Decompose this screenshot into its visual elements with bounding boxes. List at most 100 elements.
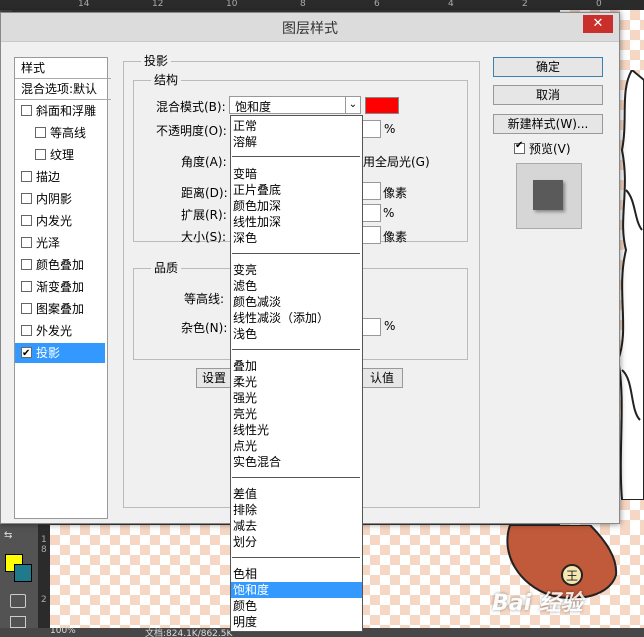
blend-option[interactable]: 深色	[231, 230, 362, 246]
blend-option[interactable]: 线性减淡（添加）	[231, 310, 362, 326]
checkbox[interactable]	[21, 105, 32, 116]
preview-swatch	[533, 180, 563, 210]
top-ruler: 14 12 10 8 6 4 2 0	[0, 0, 644, 10]
blend-mode-select[interactable]: 饱和度 ⌄	[229, 96, 361, 114]
blend-option[interactable]: 点光	[231, 438, 362, 454]
blend-option[interactable]: 减去	[231, 518, 362, 534]
checkbox[interactable]	[35, 149, 46, 160]
checkbox[interactable]	[21, 325, 32, 336]
style-item-stroke[interactable]: 描边	[15, 167, 105, 187]
chevron-down-icon[interactable]: ⌄	[345, 97, 360, 113]
style-item-gradient-overlay[interactable]: 渐变叠加	[15, 277, 105, 297]
dialog-titlebar[interactable]: 图层样式 ✕	[1, 13, 619, 42]
ruler-tick: 2	[522, 0, 528, 9]
blend-option[interactable]: 色相	[231, 566, 362, 582]
blend-option[interactable]: 柔光	[231, 374, 362, 390]
blend-option[interactable]: 亮光	[231, 406, 362, 422]
checkbox[interactable]	[21, 237, 32, 248]
style-item-contour[interactable]: 等高线	[15, 123, 119, 143]
checkbox[interactable]	[21, 344, 32, 363]
blend-option[interactable]: 溶解	[231, 134, 362, 150]
ruler-tick: 4	[448, 0, 454, 9]
blend-option[interactable]: 实色混合	[231, 454, 362, 470]
checkbox[interactable]	[35, 127, 46, 138]
cancel-button[interactable]: 取消	[493, 85, 603, 105]
style-item-label: 图案叠加	[36, 302, 85, 316]
reset-default-button[interactable]: 认值	[362, 368, 403, 388]
blend-option-selected[interactable]: 饱和度	[231, 582, 362, 598]
blend-mode-label: 混合模式(B):	[156, 100, 226, 114]
blend-option[interactable]: 滤色	[231, 278, 362, 294]
preview-label: 预览(V)	[529, 142, 571, 156]
structure-title: 结构	[151, 71, 182, 88]
close-button[interactable]: ✕	[583, 15, 613, 33]
svg-text:王: 王	[566, 569, 578, 583]
opacity-unit: %	[384, 122, 396, 136]
preview-checkbox[interactable]	[514, 140, 525, 154]
style-item-color-overlay[interactable]: 颜色叠加	[15, 255, 105, 275]
blend-option[interactable]: 线性加深	[231, 214, 362, 230]
quick-mask-icon[interactable]	[10, 594, 26, 608]
blend-option[interactable]: 线性光	[231, 422, 362, 438]
style-item-texture[interactable]: 纹理	[15, 145, 119, 165]
style-item-drop-shadow[interactable]: 投影	[15, 343, 105, 363]
style-item-inner-glow[interactable]: 内发光	[15, 211, 105, 231]
blend-option[interactable]: 颜色	[231, 598, 362, 614]
styles-header[interactable]: 样式	[15, 58, 111, 79]
preview-toggle[interactable]: 预览(V)	[514, 140, 571, 157]
global-light-label[interactable]: 用全局光(G)	[363, 153, 430, 170]
blend-option[interactable]: 差值	[231, 486, 362, 502]
blend-option[interactable]: 变亮	[231, 262, 362, 278]
style-item-satin[interactable]: 光泽	[15, 233, 105, 253]
blend-option[interactable]: 明度	[231, 614, 362, 630]
checkbox[interactable]	[21, 259, 32, 270]
spread-input[interactable]	[362, 204, 381, 222]
zoom-level[interactable]: 100%	[50, 628, 76, 636]
style-item-label: 内发光	[36, 214, 73, 228]
noise-label: 杂色(N):	[181, 321, 228, 335]
blend-option[interactable]: 叠加	[231, 358, 362, 374]
style-item-pattern-overlay[interactable]: 图案叠加	[15, 299, 105, 319]
distance-input[interactable]	[362, 182, 381, 200]
size-input[interactable]	[362, 226, 381, 244]
style-item-outer-glow[interactable]: 外发光	[15, 321, 105, 341]
new-style-button[interactable]: 新建样式(W)...	[493, 114, 603, 134]
make-default-button[interactable]: 设置	[196, 368, 231, 388]
checkbox[interactable]	[21, 215, 32, 226]
opacity-input[interactable]	[362, 120, 381, 138]
style-item-label: 光泽	[36, 236, 61, 250]
blend-option[interactable]: 浅色	[231, 326, 362, 342]
spread-label: 扩展(R):	[181, 208, 227, 222]
style-item-label: 等高线	[50, 126, 87, 140]
blend-option[interactable]: 颜色减淡	[231, 294, 362, 310]
style-item-inner-shadow[interactable]: 内阴影	[15, 189, 105, 209]
separator	[232, 557, 360, 558]
checkbox[interactable]	[21, 281, 32, 292]
screen-mode-icon[interactable]	[10, 616, 26, 628]
blend-option[interactable]: 划分	[231, 534, 362, 550]
blend-option[interactable]: 正片叠底	[231, 182, 362, 198]
size-unit: 像素	[383, 230, 408, 244]
blend-option[interactable]: 强光	[231, 390, 362, 406]
swap-colors-icon[interactable]: ⇆	[4, 530, 12, 541]
document-info: 文档:824.1K/862.5K	[145, 629, 233, 637]
ok-button[interactable]: 确定	[493, 57, 603, 77]
noise-input[interactable]	[362, 318, 381, 336]
checkbox[interactable]	[21, 193, 32, 204]
tools-panel: ⇆	[0, 520, 38, 637]
style-item-label: 纹理	[50, 148, 75, 162]
blend-option[interactable]: 颜色加深	[231, 198, 362, 214]
blending-options-item[interactable]: 混合选项:默认	[15, 79, 111, 100]
background-color-swatch[interactable]	[14, 564, 32, 582]
blend-option[interactable]: 排除	[231, 502, 362, 518]
separator	[232, 253, 360, 254]
style-item-bevel-emboss[interactable]: 斜面和浮雕	[15, 101, 105, 121]
style-item-label: 斜面和浮雕	[36, 104, 97, 118]
shadow-color-swatch[interactable]	[365, 97, 399, 114]
blend-option[interactable]: 变暗	[231, 166, 362, 182]
contour-label: 等高线:	[184, 292, 225, 306]
checkbox[interactable]	[21, 303, 32, 314]
blend-option[interactable]: 正常	[231, 118, 362, 134]
checkbox[interactable]	[21, 171, 32, 182]
ruler-tick: 12	[152, 0, 164, 9]
